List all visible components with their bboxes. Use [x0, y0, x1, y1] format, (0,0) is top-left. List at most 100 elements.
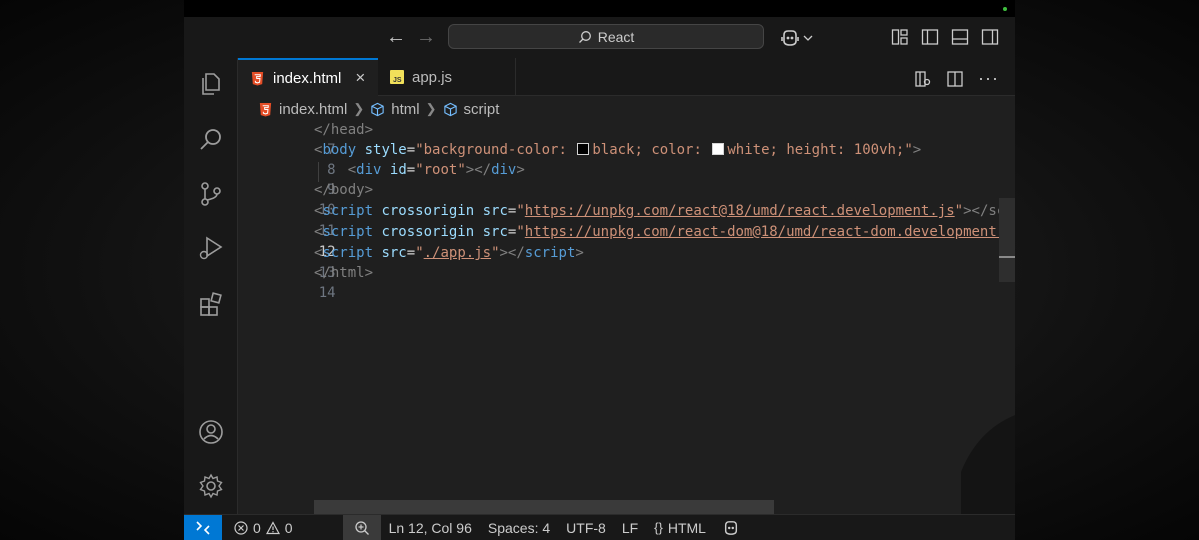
code-line: 11 <script crossorigin src="https://unpk… — [238, 201, 1015, 239]
end-of-line[interactable]: LF — [614, 515, 646, 540]
copilot-status[interactable] — [714, 515, 748, 540]
code-link[interactable]: ./app.js — [424, 245, 491, 261]
color-swatch-black[interactable] — [577, 143, 590, 155]
tab-app-js[interactable]: JS app.js — [378, 58, 516, 96]
encoding-label: UTF-8 — [566, 519, 606, 536]
code-token: id — [389, 162, 407, 178]
search-icon[interactable] — [197, 126, 225, 154]
code-editor[interactable]: 7 </head> 8 <body style="background-colo… — [238, 122, 1015, 502]
toggle-primary-sidebar-icon[interactable] — [921, 28, 939, 46]
code-line: 12 <script crossorigin src="https://unpk… — [238, 222, 1015, 260]
code-token: crossorigin — [381, 224, 475, 240]
code-link[interactable]: https://unpkg.com/react-dom@18/umd/react… — [525, 224, 1015, 240]
code-line: 14 </html> — [238, 263, 1015, 301]
top-strip — [184, 0, 1015, 17]
status-bar: 0 0 Ln 12, Col 96 Spaces: 4 UTF-8 LF {} … — [184, 514, 1015, 540]
extensions-icon[interactable] — [197, 290, 225, 318]
zoom-in-icon — [354, 520, 369, 535]
breadcrumb-label: script — [463, 100, 500, 118]
tab-index-html[interactable]: index.html × — [238, 58, 378, 96]
split-editor-icon[interactable] — [946, 70, 964, 88]
copilot-icon — [781, 30, 799, 46]
run-and-debug-icon[interactable] — [197, 234, 225, 262]
language-label: HTML — [667, 519, 706, 536]
search-icon — [578, 30, 591, 43]
indentation[interactable]: Spaces: 4 — [480, 515, 558, 540]
account-icon[interactable] — [197, 418, 225, 446]
encoding[interactable]: UTF-8 — [558, 515, 614, 540]
problems-indicator[interactable]: 0 0 — [226, 515, 301, 540]
cube-icon — [371, 102, 384, 116]
remote-window-button[interactable] — [184, 514, 222, 540]
horizontal-scrollbar[interactable] — [314, 500, 774, 514]
code-token: script — [322, 203, 374, 219]
cursor-marker — [999, 256, 1015, 258]
customize-layout-icon[interactable] — [891, 28, 909, 46]
code-token: script — [322, 224, 374, 240]
layout-controls — [891, 28, 999, 46]
breadcrumb-item-script[interactable]: script — [443, 100, 500, 118]
code-token: white; height: 100vh;" — [727, 142, 913, 158]
code-line: 8 <body style="background-color: black; … — [238, 140, 1015, 178]
code-token: script — [524, 245, 576, 261]
code-line: 7 </head> — [238, 122, 1015, 158]
js-icon: JS — [390, 70, 404, 84]
source-control-icon[interactable] — [197, 180, 225, 208]
code-token: src — [482, 224, 508, 240]
cube-icon — [443, 102, 457, 116]
gear-icon[interactable] — [197, 472, 225, 500]
breadcrumb-label: index.html — [279, 100, 348, 118]
more-actions-icon[interactable]: ··· — [978, 68, 999, 89]
code-token: style — [364, 142, 407, 158]
error-icon — [234, 520, 248, 535]
zoom-button[interactable] — [342, 514, 381, 540]
recording-indicator — [1003, 7, 1007, 11]
code-link[interactable]: https://unpkg.com/react@18/umd/react.dev… — [525, 203, 955, 219]
copilot-icon — [724, 520, 738, 535]
breadcrumb-item-html[interactable]: html — [370, 100, 420, 118]
html5-icon — [259, 102, 272, 117]
editor-actions: ··· — [914, 68, 999, 89]
open-preview-icon[interactable] — [914, 70, 932, 88]
breadcrumb: index.html ❯ html ❯ script — [238, 96, 1015, 122]
cursor-position[interactable]: Ln 12, Col 96 — [381, 515, 480, 540]
code-line: 10 </body> — [238, 180, 1015, 218]
braces-icon: {} — [654, 520, 663, 535]
chevron-down-icon — [803, 35, 813, 41]
code-token: </body> — [314, 182, 374, 198]
presenter-webcam — [961, 282, 1015, 540]
code-token: </html> — [314, 265, 374, 281]
arrow-left-icon[interactable]: ← — [386, 26, 406, 48]
explorer-icon[interactable] — [197, 70, 225, 98]
breadcrumb-item-file[interactable]: index.html — [258, 101, 347, 118]
title-bar: ← → React — [184, 0, 1015, 58]
code-token: script — [322, 245, 374, 261]
cursor-position-label: Ln 12, Col 96 — [388, 519, 472, 536]
command-center-search[interactable]: React — [448, 24, 764, 49]
chevron-right-icon: ❯ — [425, 101, 437, 116]
toggle-panel-icon[interactable] — [951, 28, 969, 46]
error-count: 0 — [253, 519, 261, 536]
code-token: "background-color: — [415, 142, 576, 158]
code-token: div — [491, 162, 517, 178]
command-center-label: React — [597, 28, 635, 45]
toggle-secondary-sidebar-icon[interactable] — [981, 28, 999, 46]
activity-bar — [184, 58, 238, 514]
line-number: 14 — [318, 285, 336, 301]
language-mode[interactable]: {} HTML — [646, 515, 714, 540]
code-line: 13 <script src="./app.js"></script> — [238, 243, 1015, 281]
copilot-menu-button[interactable] — [780, 29, 813, 47]
color-swatch-white[interactable] — [712, 143, 725, 155]
tab-label: index.html — [273, 69, 342, 87]
code-token: body — [322, 142, 357, 158]
chevron-right-icon: ❯ — [353, 101, 365, 116]
warning-count: 0 — [284, 519, 293, 536]
code-token: src — [381, 245, 407, 261]
vscode-window: ← → React index.html × JS app.js ··· ind… — [184, 0, 1015, 540]
code-token: div — [356, 162, 382, 178]
arrow-right-icon[interactable]: → — [416, 26, 436, 48]
close-icon[interactable]: × — [355, 68, 365, 88]
warning-icon — [265, 520, 280, 534]
breadcrumb-label: html — [391, 100, 420, 118]
presenter-image — [961, 282, 1015, 540]
